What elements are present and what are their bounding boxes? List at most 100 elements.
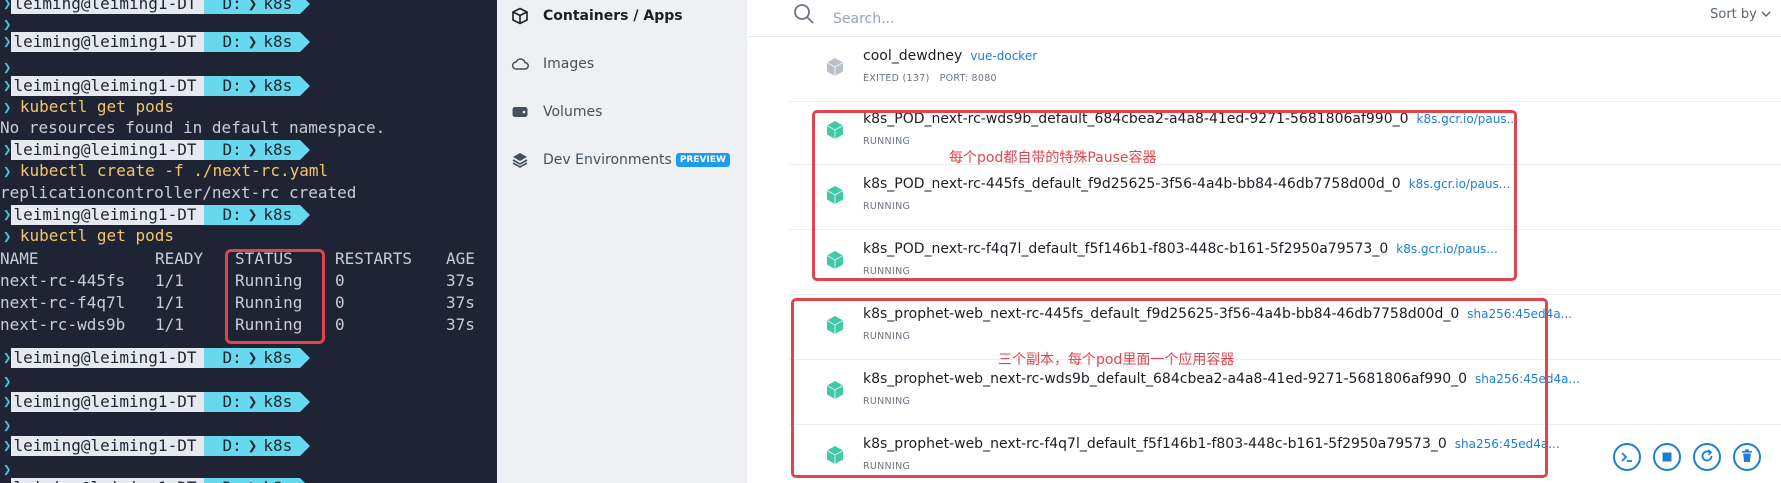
path-separator-icon: ❯ bbox=[247, 348, 258, 367]
prompt-path: D:❯k8s bbox=[204, 0, 311, 14]
prompt-dir: k8s bbox=[263, 436, 293, 455]
port-text: PORT: 8080 bbox=[939, 73, 997, 84]
shell-prompt: ❯leiming@leiming1-DTD:❯k8s bbox=[0, 205, 311, 225]
prompt-dir: k8s bbox=[263, 140, 293, 159]
nav-item-dev-environments[interactable]: Dev Environments PREVIEW bbox=[511, 147, 730, 173]
prompt-dir: k8s bbox=[263, 0, 293, 13]
terminal-line: ❯leiming@leiming1-DTD:❯k8s bbox=[0, 140, 311, 162]
prompt-arrow-icon: ❯ bbox=[3, 438, 12, 454]
terminal-line: ❯leiming@leiming1-DTD:❯k8s bbox=[0, 205, 311, 227]
prompt-drive: D: bbox=[222, 205, 242, 224]
command-arrow-icon: ❯ bbox=[3, 229, 20, 245]
prompt-path: D: ❯ k8s bbox=[204, 140, 311, 160]
nav-item-label: Dev Environments bbox=[543, 152, 672, 168]
prompt-user: leiming@leiming1-DT bbox=[11, 140, 215, 160]
pause-annotation: 每个pod都自带的特殊Pause容器 bbox=[949, 150, 1157, 166]
terminal-panel[interactable]: ❯ leiming@leiming1-DT D: ❯ k8s ❯ ❯ leiming@leim… bbox=[0, 0, 497, 483]
path-separator-icon: ❯ bbox=[247, 32, 258, 51]
chevron-down-icon bbox=[1761, 7, 1771, 22]
shell-prompt: ❯leiming@leiming1-DTD:❯k8s bbox=[0, 348, 311, 368]
continuation-arrow-icon: ❯ bbox=[3, 374, 12, 390]
prompt-path: D:❯k8s bbox=[204, 205, 311, 225]
container-row[interactable]: cool_dewdney vue-docker EXITED (137) PORT: … bbox=[789, 37, 1781, 102]
nav-item-label: Images bbox=[543, 56, 595, 72]
prompt-dir: k8s bbox=[263, 392, 293, 411]
prompt-dir: k8s bbox=[263, 205, 293, 224]
stop-button[interactable] bbox=[1653, 443, 1681, 471]
shell-prompt: ❯leiming@leiming1-DTD:❯k8s bbox=[0, 436, 311, 456]
shell-prompt: ❯leiming@leiming1-DTD:❯k8s bbox=[0, 32, 311, 52]
prompt-path: D:❯k8s bbox=[204, 32, 311, 52]
nav-item-images[interactable]: Images bbox=[511, 51, 594, 77]
terminal-icon bbox=[1620, 448, 1634, 467]
path-separator-icon: ❯ bbox=[242, 478, 264, 483]
table-header-cell: NAME bbox=[0, 249, 39, 268]
pod-table-cell: 37s bbox=[446, 315, 475, 334]
terminal-line: ❯leiming@leiming1-DTD:❯k8s bbox=[0, 76, 311, 98]
nav-item-volumes[interactable]: Volumes bbox=[511, 99, 602, 125]
nav-item-label: Containers / Apps bbox=[543, 8, 683, 24]
prompt-path: D:❯k8s bbox=[204, 436, 311, 456]
search-icon bbox=[793, 3, 815, 29]
terminal-line: ❯leiming@leiming1-DTD:❯k8s bbox=[0, 0, 311, 16]
path-separator-icon: ❯ bbox=[247, 436, 258, 455]
search-bar: Sort by bbox=[747, 0, 1781, 37]
output-text: replicationcontroller/next-rc created bbox=[0, 183, 357, 202]
table-header-cell: READY bbox=[155, 249, 204, 268]
command-text: kubectl get pods bbox=[19, 97, 174, 116]
delete-button[interactable] bbox=[1733, 443, 1761, 471]
prompt-dir: k8s bbox=[263, 348, 293, 367]
prompt-path: D:❯k8s bbox=[204, 478, 311, 483]
pause-containers-highlight bbox=[812, 110, 1517, 281]
shell-prompt: ❯leiming@leiming1-DTD:❯k8s bbox=[0, 76, 311, 96]
status-column-highlight bbox=[225, 249, 325, 344]
prompt-arrow-icon: ❯ bbox=[3, 142, 12, 158]
terminal-line: ❯ kubectl create -f ./next-rc.yaml bbox=[0, 160, 328, 182]
prompt-drive: D: bbox=[222, 140, 242, 159]
nav-item-containers[interactable]: Containers / Apps bbox=[511, 3, 683, 29]
prompt-path: D:❯k8s bbox=[204, 348, 311, 368]
restart-button[interactable] bbox=[1693, 443, 1721, 471]
replica-annotation: 三个副本，每个pod里面一个应用容器 bbox=[998, 352, 1235, 368]
prompt-user: leiming@leiming1-DT bbox=[11, 392, 215, 412]
terminal-line: ❯leiming@leiming1-DTD:❯k8s bbox=[0, 32, 311, 54]
search-input[interactable] bbox=[831, 6, 1435, 32]
restart-icon bbox=[1700, 448, 1714, 467]
prompt-user: leiming@leiming1-DT bbox=[11, 32, 215, 52]
prompt-drive: D: bbox=[222, 392, 242, 411]
row-actions bbox=[1613, 443, 1761, 471]
path-separator-icon: ❯ bbox=[247, 392, 258, 411]
prompt-user: leiming@leiming1-DT bbox=[11, 348, 215, 368]
pod-table-cell: 37s bbox=[446, 293, 475, 312]
pod-table-cell: 0 bbox=[335, 293, 345, 312]
prompt-user: leiming@leiming1-DT bbox=[11, 76, 215, 96]
terminal-line: ❯ bbox=[0, 370, 11, 392]
pod-table-cell: next-rc-f4q7l bbox=[0, 293, 126, 312]
container-name: cool_dewdney bbox=[863, 48, 963, 64]
app-containers-highlight bbox=[791, 298, 1548, 478]
prompt-drive: D: bbox=[222, 76, 242, 95]
sidebar: Containers / Apps Images Volumes Dev Env… bbox=[497, 0, 748, 483]
path-separator-icon: ❯ bbox=[247, 140, 258, 159]
continuation-arrow-icon: ❯ bbox=[3, 418, 12, 434]
cloud-icon bbox=[511, 55, 529, 73]
table-header-cell: AGE bbox=[446, 249, 475, 268]
stop-icon bbox=[1661, 448, 1673, 467]
cli-button[interactable] bbox=[1613, 443, 1641, 471]
prompt-dir: k8s bbox=[263, 32, 293, 51]
prompt-user: leiming@leiming1-DT bbox=[11, 436, 215, 456]
terminal-line: replicationcontroller/next-rc created bbox=[0, 182, 356, 204]
dev-env-icon bbox=[511, 151, 529, 169]
prompt-arrow-icon: ❯ bbox=[3, 207, 12, 223]
container-icon bbox=[824, 56, 846, 78]
terminal-line: ❯ kubectl get pods bbox=[0, 96, 174, 118]
image-link[interactable]: vue-docker bbox=[970, 49, 1037, 63]
terminal-line: ❯leiming@leiming1-DTD:❯k8s bbox=[0, 478, 311, 483]
trash-icon bbox=[1741, 448, 1753, 467]
sort-dropdown[interactable]: Sort by bbox=[1710, 7, 1771, 22]
command-text: kubectl get pods bbox=[19, 226, 174, 245]
shell-prompt: ❯leiming@leiming1-DTD:❯k8s bbox=[0, 392, 311, 412]
path-separator-icon: ❯ bbox=[247, 76, 258, 95]
command-arrow-icon: ❯ bbox=[3, 164, 20, 180]
continuation-arrow-icon: ❯ bbox=[3, 462, 12, 478]
